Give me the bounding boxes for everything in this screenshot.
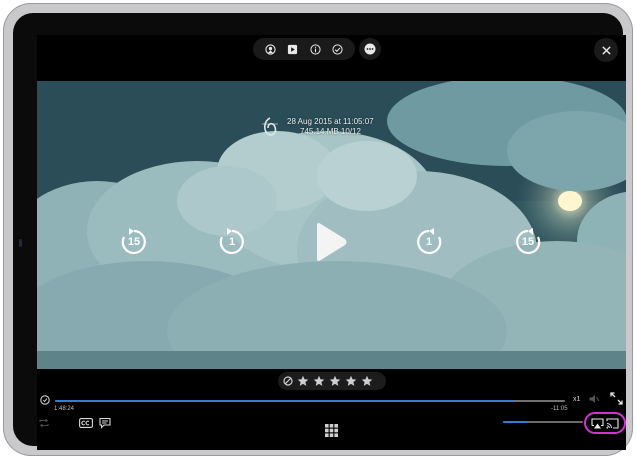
clear-rating-icon[interactable] (283, 376, 293, 386)
camera-indicator (19, 239, 22, 247)
play-button[interactable] (310, 221, 350, 263)
playback-speed[interactable]: x1 (573, 396, 580, 403)
close-icon (601, 45, 611, 55)
ipad-frame: 28 Aug 2015 at 11:05:07 745.14 MB 10/12 … (3, 3, 633, 456)
grid-icon[interactable] (325, 424, 338, 437)
file-info: 745.14 MB 10/12 (300, 127, 361, 136)
device-bezel: 28 Aug 2015 at 11:05:07 745.14 MB 10/12 … (13, 13, 626, 450)
source-logo-icon (262, 117, 278, 136)
top-toolbar (253, 38, 355, 60)
fullscreen-icon[interactable] (610, 392, 623, 405)
skip-back-15-button[interactable]: 15 (119, 227, 149, 257)
skip-forward-15-label: 15 (521, 236, 535, 248)
rating-bar (278, 372, 386, 390)
capture-date: 28 Aug 2015 at 11:05:07 (287, 117, 374, 126)
playback-mode-icon[interactable] (40, 395, 50, 405)
airplay-icon[interactable] (591, 417, 604, 429)
star-5-icon[interactable] (361, 375, 373, 387)
skip-forward-15-button[interactable]: 15 (513, 227, 543, 257)
skip-forward-1-label: 1 (425, 236, 433, 248)
check-circle-icon[interactable] (332, 43, 343, 55)
cast-controls-highlight (584, 412, 626, 434)
star-4-icon[interactable] (345, 375, 357, 387)
video-frame[interactable]: 28 Aug 2015 at 11:05:07 745.14 MB 10/12 … (37, 81, 626, 369)
progress-slider[interactable] (55, 400, 565, 402)
volume-fill (503, 421, 527, 423)
remaining-time: -11:05 (551, 406, 568, 412)
speaker-mute-icon[interactable] (588, 393, 600, 405)
volume-slider[interactable] (503, 421, 583, 423)
player-screen: 28 Aug 2015 at 11:05:07 745.14 MB 10/12 … (37, 35, 626, 450)
more-button[interactable] (359, 38, 381, 60)
progress-fill (55, 400, 514, 402)
repeat-icon[interactable] (38, 417, 50, 429)
chromecast-icon[interactable] (606, 417, 619, 429)
play-box-icon[interactable] (287, 44, 298, 55)
airplay-audio-icon[interactable] (265, 43, 276, 55)
close-button[interactable] (594, 38, 618, 62)
comment-icon[interactable] (99, 417, 111, 429)
skip-back-1-label: 1 (228, 236, 236, 248)
star-2-icon[interactable] (313, 375, 325, 387)
skip-back-1-button[interactable]: 1 (217, 227, 247, 257)
elapsed-time: 1:48:24 (54, 406, 75, 412)
closed-captions-icon[interactable] (79, 418, 93, 428)
skip-back-15-label: 15 (127, 236, 141, 248)
play-icon (317, 223, 347, 261)
skip-forward-1-button[interactable]: 1 (414, 227, 444, 257)
star-3-icon[interactable] (329, 375, 341, 387)
star-1-icon[interactable] (297, 375, 309, 387)
more-icon (364, 43, 376, 55)
info-icon[interactable] (310, 43, 321, 55)
